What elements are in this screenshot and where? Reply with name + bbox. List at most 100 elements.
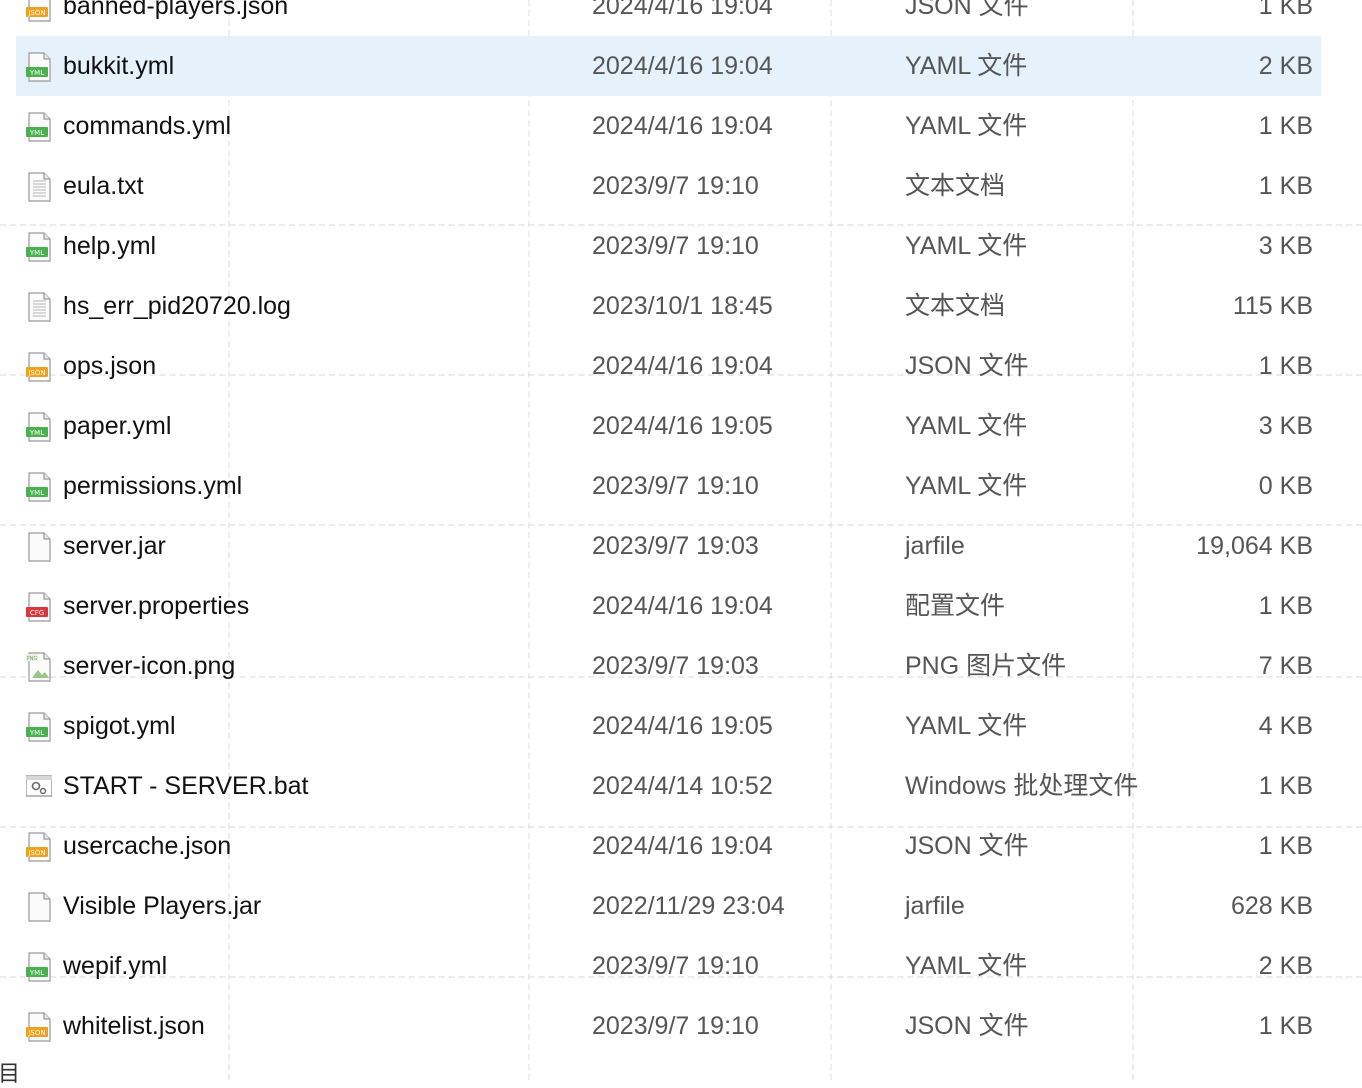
bat-file-icon: [25, 772, 53, 802]
file-name: ops.json: [63, 352, 157, 380]
file-name: hs_err_pid20720.log: [63, 292, 291, 320]
file-size: 1 KB: [1258, 0, 1313, 20]
svg-text:YML: YML: [29, 729, 44, 737]
file-row[interactable]: hs_err_pid20720.log 2023/10/1 18:45 文本文档 11…: [16, 276, 1321, 336]
file-size: 0 KB: [1258, 472, 1313, 500]
file-name: eula.txt: [63, 172, 144, 200]
file-name: help.yml: [63, 232, 157, 260]
file-type: jarfile: [905, 892, 965, 920]
svg-text:YML: YML: [29, 489, 44, 497]
svg-text:PNG: PNG: [27, 656, 38, 662]
file-type: YAML 文件: [905, 232, 1028, 260]
file-row[interactable]: JSON usercache.json 2024/4/16 19:04 JSON 文件…: [16, 816, 1321, 876]
file-size: 1 KB: [1258, 1012, 1313, 1040]
file-date-modified: 2024/4/16 19:04: [592, 592, 773, 620]
file-row[interactable]: server.jar 2023/9/7 19:03 jarfile 19,064 KB: [16, 516, 1321, 576]
file-type: jarfile: [905, 532, 965, 560]
file-size: 115 KB: [1232, 292, 1313, 320]
file-name: banned-players.json: [63, 0, 289, 20]
file-name: spigot.yml: [63, 712, 176, 740]
file-date-modified: 2024/4/16 19:04: [592, 52, 773, 80]
json-file-icon: JSON: [26, 832, 52, 862]
file-size: 1 KB: [1258, 772, 1313, 800]
file-type: JSON 文件: [905, 1012, 1029, 1040]
file-size: 1 KB: [1258, 172, 1313, 200]
json-file-icon: JSON: [26, 352, 52, 382]
file-name: START - SERVER.bat: [63, 772, 309, 800]
png-file-icon: PNG: [26, 652, 52, 682]
svg-text:CFG: CFG: [30, 609, 44, 617]
file-type: PNG 图片文件: [905, 652, 1067, 680]
file-type: YAML 文件: [905, 712, 1028, 740]
svg-text:JSON: JSON: [27, 9, 45, 17]
file-row[interactable]: JSON ops.json 2024/4/16 19:04 JSON 文件 1 KB: [16, 336, 1321, 396]
file-type: JSON 文件: [905, 832, 1029, 860]
file-date-modified: 2023/9/7 19:03: [592, 532, 759, 560]
text-file-icon: [26, 172, 52, 202]
file-name: bukkit.yml: [63, 52, 175, 80]
svg-text:YML: YML: [29, 249, 44, 257]
blank-file-icon: [26, 892, 52, 922]
file-row[interactable]: PNG server-icon.png 2023/9/7 19:03 PNG 图片文件…: [16, 636, 1321, 696]
svg-text:JSON: JSON: [27, 369, 45, 377]
file-row[interactable]: JSON banned-players.json 2024/4/16 19:04 JS…: [16, 0, 1321, 36]
file-date-modified: 2024/4/16 19:04: [592, 352, 773, 380]
file-row[interactable]: YML commands.yml 2024/4/16 19:04 YAML 文件 1 K…: [16, 96, 1321, 156]
file-size: 3 KB: [1258, 412, 1313, 440]
file-size: 1 KB: [1258, 832, 1313, 860]
file-name: usercache.json: [63, 832, 232, 860]
file-row[interactable]: YML paper.yml 2024/4/16 19:05 YAML 文件 3 KB: [16, 396, 1321, 456]
file-row[interactable]: JSON whitelist.json 2023/9/7 19:10 JSON 文件 1…: [16, 996, 1321, 1056]
yml-file-icon: YML: [26, 472, 52, 502]
file-type: 配置文件: [905, 592, 1006, 620]
cfg-file-icon: CFG: [26, 592, 52, 622]
file-date-modified: 2024/4/16 19:05: [592, 412, 773, 440]
file-name: Visible Players.jar: [63, 892, 262, 920]
file-name: server-icon.png: [63, 652, 236, 680]
yml-file-icon: YML: [26, 712, 52, 742]
file-name: paper.yml: [63, 412, 172, 440]
file-row[interactable]: YML wepif.yml 2023/9/7 19:10 YAML 文件 2 KB: [16, 936, 1321, 996]
file-type: YAML 文件: [905, 472, 1028, 500]
file-type: 文本文档: [905, 292, 1006, 320]
file-name: server.jar: [63, 532, 166, 560]
svg-text:YML: YML: [29, 129, 44, 137]
yml-file-icon: YML: [26, 52, 52, 82]
file-type: Windows 批处理文件: [905, 772, 1139, 800]
file-name: whitelist.json: [63, 1012, 205, 1040]
yml-file-icon: YML: [26, 112, 52, 142]
file-date-modified: 2024/4/16 19:04: [592, 112, 773, 140]
file-type: YAML 文件: [905, 52, 1028, 80]
file-name: server.properties: [63, 592, 250, 620]
svg-text:YML: YML: [29, 969, 44, 977]
file-row[interactable]: START - SERVER.bat 2024/4/14 10:52 Windows…: [16, 756, 1321, 816]
file-row[interactable]: CFG server.properties 2024/4/16 19:04 配置文件 1…: [16, 576, 1321, 636]
blank-file-icon: [26, 532, 52, 562]
file-type: YAML 文件: [905, 112, 1028, 140]
file-row[interactable]: Visible Players.jar 2022/11/29 23:04 jarfi…: [16, 876, 1321, 936]
file-date-modified: 2023/9/7 19:10: [592, 1012, 759, 1040]
view-toggle-icon[interactable]: 目: [0, 1056, 20, 1088]
file-date-modified: 2023/10/1 18:45: [592, 292, 773, 320]
file-date-modified: 2023/9/7 19:03: [592, 652, 759, 680]
file-date-modified: 2024/4/16 19:04: [592, 832, 773, 860]
file-date-modified: 2024/4/16 19:05: [592, 712, 773, 740]
svg-text:YML: YML: [29, 429, 44, 437]
file-row[interactable]: YML help.yml 2023/9/7 19:10 YAML 文件 3 KB: [16, 216, 1321, 276]
file-row[interactable]: YML bukkit.yml 2024/4/16 19:04 YAML 文件 2 KB: [16, 36, 1321, 96]
yml-file-icon: YML: [26, 412, 52, 442]
file-type: JSON 文件: [905, 0, 1029, 20]
file-date-modified: 2024/4/14 10:52: [592, 772, 773, 800]
file-row[interactable]: YML permissions.yml 2023/9/7 19:10 YAML 文件 0…: [16, 456, 1321, 516]
file-date-modified: 2023/9/7 19:10: [592, 172, 759, 200]
file-size: 19,064 KB: [1196, 532, 1313, 560]
file-name: commands.yml: [63, 112, 232, 140]
file-date-modified: 2022/11/29 23:04: [592, 892, 785, 920]
file-row[interactable]: eula.txt 2023/9/7 19:10 文本文档 1 KB: [16, 156, 1321, 216]
file-type: YAML 文件: [905, 412, 1028, 440]
file-size: 628 KB: [1230, 892, 1313, 920]
file-row[interactable]: YML spigot.yml 2024/4/16 19:05 YAML 文件 4 KB: [16, 696, 1321, 756]
file-date-modified: 2023/9/7 19:10: [592, 472, 759, 500]
file-size: 3 KB: [1258, 232, 1313, 260]
file-name: wepif.yml: [63, 952, 168, 980]
